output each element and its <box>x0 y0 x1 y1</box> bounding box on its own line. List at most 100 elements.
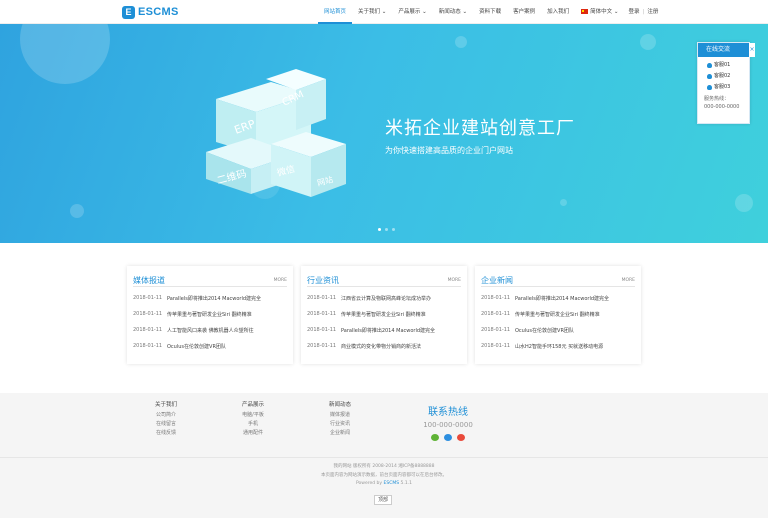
online-chat-widget: 在线交流 × 客服01 客服02 客服03 服务热线： 000-000-0000 <box>697 42 755 124</box>
back-to-top-button[interactable]: 顶部 <box>374 495 392 505</box>
news-item[interactable]: 2018-01-11 Oculus在伦敦创建VR团队 <box>481 327 635 337</box>
slider-dots <box>378 228 395 231</box>
chat-agent-label: 客服02 <box>714 73 731 79</box>
chat-close-icon[interactable]: × <box>749 43 755 57</box>
qq-icon <box>707 85 712 90</box>
news-card-company: 企业新闻 MORE 2018-01-11 Parallels即将推出2014 Ma… <box>475 266 641 364</box>
nav-item-about[interactable]: 关于我们 ⌄ <box>352 0 392 24</box>
powered-brand[interactable]: ESCMS <box>384 481 400 486</box>
decorative-bubble <box>735 194 753 212</box>
news-card-industry: 行业资讯 MORE 2018-01-11 江西省云计算及物联网高峰论坛成功举办 2… <box>301 266 467 364</box>
slider-dot[interactable] <box>378 228 381 231</box>
news-title[interactable]: 传苹果重与著智研发企业Siri 翻终精准 <box>167 311 252 321</box>
footer-divider <box>0 457 768 458</box>
news-date: 2018-01-11 <box>481 343 511 349</box>
chat-agent-3[interactable]: 客服03 <box>698 82 749 93</box>
nav-item-downloads[interactable]: 资料下载 <box>473 0 507 24</box>
news-item[interactable]: 2018-01-11 Parallels即将推出2014 Macworld建完全 <box>307 327 461 337</box>
news-item[interactable]: 2018-01-11 Parallels即将推出2014 Macworld建完全 <box>133 295 287 305</box>
wechat-icon[interactable] <box>431 434 439 441</box>
nav-item-home[interactable]: 网站首页 <box>318 0 353 24</box>
main-nav: 网站首页 关于我们 ⌄ 产品展示 ⌄ 新闻动态 ⌄ 资料下载 客户案例 加入我们… <box>318 0 660 24</box>
news-title[interactable]: 人工智能风口来袭 佛教机器人众望所往 <box>167 327 254 337</box>
news-card-media: 媒体报道 MORE 2018-01-11 Parallels即将推出2014 Ma… <box>127 266 293 364</box>
news-title[interactable]: Oculus在伦敦创建VR团队 <box>515 327 574 337</box>
language-select[interactable]: 简体中文 ⌄ <box>575 0 624 24</box>
hotline-number: 100-000-0000 <box>423 421 473 429</box>
weibo-icon[interactable] <box>457 434 465 441</box>
slider-dot[interactable] <box>392 228 395 231</box>
news-title[interactable]: Oculus在伦敦创建VR团队 <box>167 343 226 353</box>
social-icons <box>408 434 488 441</box>
qq-icon <box>707 74 712 79</box>
footer-link[interactable]: 在线留言 <box>150 420 182 429</box>
hero-banner[interactable]: ERP CRM 二维码 微信 网站 米拓企业建站创意工厂 为你快速搭建高品质的企… <box>0 24 768 243</box>
copyright-text: 我的网站 版权所有 2008-2014 湘ICP备8888888 <box>333 464 435 469</box>
news-title[interactable]: Parallels即将推出2014 Macworld建完全 <box>341 327 435 337</box>
news-title[interactable]: 江西省云计算及物联网高峰论坛成功举办 <box>341 295 431 305</box>
news-date: 2018-01-11 <box>481 311 511 317</box>
qq-icon[interactable] <box>444 434 452 441</box>
card-title[interactable]: 媒体报道 <box>133 275 165 286</box>
news-date: 2018-01-11 <box>307 311 337 317</box>
footer-link[interactable]: 企业新闻 <box>324 429 356 438</box>
more-link[interactable]: MORE <box>448 278 461 283</box>
news-title[interactable]: 山水H2智能手环158元 买就送移动电源 <box>515 343 603 353</box>
chat-agent-label: 客服01 <box>714 62 731 68</box>
footer-link[interactable]: 通用配件 <box>237 429 269 438</box>
news-item[interactable]: 2018-01-11 传苹果重与著智研发企业Siri 翻终精准 <box>133 311 287 321</box>
news-title[interactable]: 传苹果重与著智研发企业Siri 翻终精准 <box>515 311 600 321</box>
chat-agent-1[interactable]: 客服01 <box>698 60 749 71</box>
footer-link[interactable]: 媒体报道 <box>324 411 356 420</box>
news-item[interactable]: 2018-01-11 山水H2智能手环158元 买就送移动电源 <box>481 343 635 353</box>
chat-title: 在线交流 <box>706 46 731 53</box>
news-item[interactable]: 2018-01-11 传苹果重与著智研发企业Siri 翻终精准 <box>307 311 461 321</box>
news-title[interactable]: Parallels即将推出2014 Macworld建完全 <box>515 295 609 305</box>
news-title[interactable]: 商业模式的变化带物分销商的新活法 <box>341 343 421 353</box>
news-title[interactable]: 传苹果重与著智研发企业Siri 翻终精准 <box>341 311 426 321</box>
banner-title: 米拓企业建站创意工厂 <box>385 118 575 139</box>
news-item[interactable]: 2018-01-11 江西省云计算及物联网高峰论坛成功举办 <box>307 295 461 305</box>
notice-text: 本页面内容为网站演示数据，前台页面内容都可以在后台修改。 <box>321 473 447 478</box>
footer-column-title[interactable]: 新闻动态 <box>324 400 356 408</box>
decorative-bubble <box>70 204 84 218</box>
chat-agent-2[interactable]: 客服02 <box>698 71 749 82</box>
footer-link[interactable]: 电脑/平板 <box>237 411 269 420</box>
footer-hotline: 联系热线 100-000-0000 <box>408 403 488 441</box>
more-link[interactable]: MORE <box>274 278 287 283</box>
news-item[interactable]: 2018-01-11 人工智能风口来袭 佛教机器人众望所往 <box>133 327 287 337</box>
nav-item-join[interactable]: 加入我们 <box>541 0 575 24</box>
card-header: 企业新闻 MORE <box>481 274 635 287</box>
chat-header: 在线交流 × <box>698 43 755 57</box>
news-date: 2018-01-11 <box>133 327 163 333</box>
news-item[interactable]: 2018-01-11 商业模式的变化带物分销商的新活法 <box>307 343 461 353</box>
card-title[interactable]: 企业新闻 <box>481 275 513 286</box>
site-logo[interactable]: E ESCMS <box>122 5 179 19</box>
footer-column-title[interactable]: 产品展示 <box>237 400 269 408</box>
footer-link[interactable]: 在线反馈 <box>150 429 182 438</box>
decorative-bubble <box>20 24 110 84</box>
register-link[interactable]: 注册 <box>645 0 660 24</box>
footer-column-title[interactable]: 关于我们 <box>150 400 182 408</box>
nav-item-news[interactable]: 新闻动态 ⌄ <box>433 0 473 24</box>
news-item[interactable]: 2018-01-11 传苹果重与著智研发企业Siri 翻终精准 <box>481 311 635 321</box>
news-item[interactable]: 2018-01-11 Parallels即将推出2014 Macworld建完全 <box>481 295 635 305</box>
footer-link[interactable]: 手机 <box>237 420 269 429</box>
site-footer: 关于我们 公司简介 在线留言 在线反馈 产品展示 电脑/平板 手机 通用配件 新… <box>0 393 768 518</box>
nav-item-cases[interactable]: 客户案例 <box>507 0 541 24</box>
language-label: 简体中文 ⌄ <box>590 9 619 15</box>
more-link[interactable]: MORE <box>622 278 635 283</box>
card-title[interactable]: 行业资讯 <box>307 275 339 286</box>
nav-item-products[interactable]: 产品展示 ⌄ <box>392 0 432 24</box>
news-item[interactable]: 2018-01-11 Oculus在伦敦创建VR团队 <box>133 343 287 353</box>
chat-hotline-label: 服务热线： <box>704 96 730 102</box>
chat-agent-label: 客服03 <box>714 84 731 90</box>
login-link[interactable]: 登录 <box>625 0 642 24</box>
news-title[interactable]: Parallels即将推出2014 Macworld建完全 <box>167 295 261 305</box>
footer-link[interactable]: 行业资讯 <box>324 420 356 429</box>
footer-column-about: 关于我们 公司简介 在线留言 在线反馈 <box>150 400 182 438</box>
footer-link[interactable]: 公司简介 <box>150 411 182 420</box>
card-header: 行业资讯 MORE <box>307 274 461 287</box>
chat-hotline-number: 000-000-0000 <box>704 104 740 110</box>
slider-dot[interactable] <box>385 228 388 231</box>
